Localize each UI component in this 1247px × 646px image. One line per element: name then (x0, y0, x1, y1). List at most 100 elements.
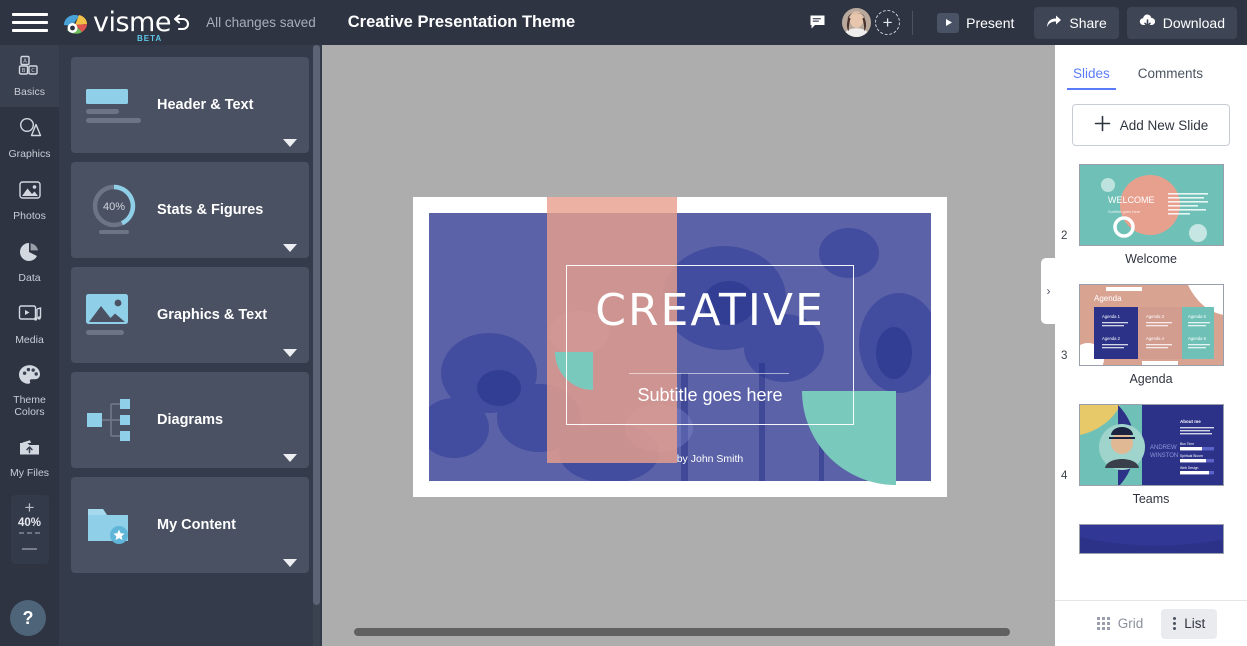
chevron-down-icon[interactable] (283, 454, 297, 462)
grid-view-button[interactable]: Grid (1085, 609, 1156, 639)
category-my-content[interactable]: My Content (71, 477, 309, 573)
list-icon (1173, 617, 1176, 630)
slide-number: 3 (1061, 350, 1067, 362)
cloud-download-icon (1139, 14, 1156, 31)
list-item[interactable] (1055, 524, 1247, 554)
canvas-right-gutter (1041, 45, 1049, 646)
slide-number: 4 (1061, 470, 1067, 482)
add-user-icon[interactable]: + (875, 10, 900, 35)
slide-byline[interactable]: by John Smith (566, 453, 854, 465)
help-button[interactable]: ? (10, 600, 46, 636)
sidebar-item-photos[interactable]: Photos (0, 169, 59, 231)
zoom-slider[interactable] (19, 532, 40, 534)
svg-text:Subtitle goes here: Subtitle goes here (1108, 209, 1141, 214)
chevron-down-icon[interactable] (283, 559, 297, 567)
sidebar-item-label: Photos (13, 210, 46, 222)
canvas-hscrollbar[interactable] (322, 620, 1055, 646)
left-icon-rail: A B C Basics Graphics (0, 45, 59, 646)
sidebar-item-label: Graphics (8, 148, 50, 160)
sidebar-item-my-files[interactable]: My Files (0, 427, 59, 489)
category-diagrams[interactable]: Diagrams (71, 372, 309, 468)
present-button[interactable]: Present (925, 7, 1026, 39)
svg-text:B: B (21, 68, 25, 74)
zoom-level[interactable]: 40% (18, 517, 41, 529)
download-label: Download (1163, 15, 1225, 31)
undo-icon[interactable] (170, 12, 192, 34)
plus-icon (1094, 115, 1111, 135)
visme-logo-text: visme (93, 10, 171, 36)
svg-text:WELCOME: WELCOME (1108, 195, 1155, 205)
zoom-in-button[interactable]: + (25, 501, 35, 515)
sidebar-item-label-line1: Theme (13, 394, 46, 406)
svg-text:WINSTON: WINSTON (1150, 453, 1178, 459)
zoom-out-button[interactable]: — (22, 542, 37, 556)
svg-text:Spiritual Bloom: Spiritual Bloom (1180, 454, 1203, 458)
slide-label: Agenda (1071, 372, 1231, 386)
slide-thumbnail[interactable]: WELCOME Subtitle goes here (1079, 164, 1224, 246)
category-label: My Content (157, 517, 236, 533)
page-title[interactable]: Creative Presentation Theme (348, 13, 575, 32)
category-label: Graphics & Text (157, 307, 267, 323)
sidebar-item-data[interactable]: Data (0, 231, 59, 293)
chevron-down-icon[interactable] (283, 139, 297, 147)
tab-comments[interactable]: Comments (1124, 66, 1217, 90)
slide-label: Teams (1071, 492, 1231, 506)
active-slide[interactable]: CREATIVE Subtitle goes here by John Smit… (413, 197, 947, 497)
add-new-slide-label: Add New Slide (1120, 118, 1209, 133)
hamburger-icon[interactable] (12, 10, 48, 36)
category-graphics-text[interactable]: Graphics & Text (71, 267, 309, 363)
org-chart-icon (71, 396, 157, 444)
picture-text-icon (71, 290, 157, 340)
comment-icon[interactable] (802, 8, 832, 38)
list-view-button[interactable]: List (1161, 609, 1217, 639)
svg-text:Agenda 5: Agenda 5 (1188, 314, 1207, 319)
palette-icon (18, 364, 41, 390)
tab-slides[interactable]: Slides (1059, 66, 1124, 90)
slide-thumbnail[interactable]: ANDREW WINSTON About me Bus Time Spiritu… (1079, 404, 1224, 486)
sidebar-item-graphics[interactable]: Graphics (0, 107, 59, 169)
pie-chart-icon (18, 241, 42, 268)
slide-title[interactable]: CREATIVE (566, 289, 854, 333)
svg-text:Agenda 4: Agenda 4 (1146, 336, 1165, 341)
add-new-slide-button[interactable]: Add New Slide (1072, 104, 1230, 146)
svg-text:C: C (31, 68, 35, 74)
slides-list[interactable]: Add New Slide 2 WELCOME Subtitle goes he… (1055, 90, 1247, 600)
chevron-right-icon[interactable]: › (1041, 258, 1056, 324)
play-icon (937, 13, 959, 33)
svg-text:Agenda 1: Agenda 1 (1102, 314, 1121, 319)
share-label: Share (1069, 15, 1106, 31)
svg-text:Agenda 3: Agenda 3 (1146, 314, 1165, 319)
slide-canvas[interactable]: CREATIVE Subtitle goes here by John Smit… (322, 45, 1055, 646)
sidebar-item-theme-colors[interactable]: Theme Colors (0, 355, 59, 427)
media-player-icon (18, 303, 42, 330)
category-header-text[interactable]: Header & Text (71, 57, 309, 153)
chevron-down-icon[interactable] (283, 349, 297, 357)
slide-subtitle[interactable]: Subtitle goes here (566, 385, 854, 406)
list-item[interactable]: 2 WELCOME Subtitle goes here (1055, 164, 1247, 266)
sidebar-item-media[interactable]: Media (0, 293, 59, 355)
category-label: Header & Text (157, 97, 253, 113)
grid-view-label: Grid (1118, 616, 1144, 631)
list-item[interactable]: 3 Agenda Agenda 1 Agend (1055, 284, 1247, 386)
visme-editor: visme BETA All changes saved Creative Pr… (0, 0, 1247, 646)
avatar[interactable] (842, 8, 871, 37)
folder-star-icon (71, 502, 157, 548)
panel-scrollbar[interactable] (313, 45, 320, 646)
download-button[interactable]: Download (1127, 7, 1237, 39)
slide-thumbnail[interactable]: Agenda Agenda 1 Agenda 3 Agenda 5 Agenda… (1079, 284, 1224, 366)
header-divider (912, 11, 913, 35)
header-text-icon (71, 81, 157, 129)
chevron-down-icon[interactable] (283, 244, 297, 252)
svg-text:40%: 40% (103, 201, 125, 213)
share-button[interactable]: Share (1034, 7, 1118, 39)
category-stats-figures[interactable]: 40% Stats & Figures (71, 162, 309, 258)
slide-thumbnail[interactable] (1079, 524, 1224, 554)
blocks-abc-icon: A B C (18, 55, 42, 82)
svg-text:Agenda: Agenda (1094, 294, 1122, 303)
slide-divider (629, 373, 789, 374)
sidebar-item-basics[interactable]: A B C Basics (0, 45, 59, 107)
shapes-icon (18, 117, 42, 144)
list-item[interactable]: 4 ANDREW WINSTON About me (1055, 404, 1247, 506)
view-toggle-bar: Grid List (1055, 600, 1247, 646)
sidebar-item-label: My Files (10, 467, 49, 479)
